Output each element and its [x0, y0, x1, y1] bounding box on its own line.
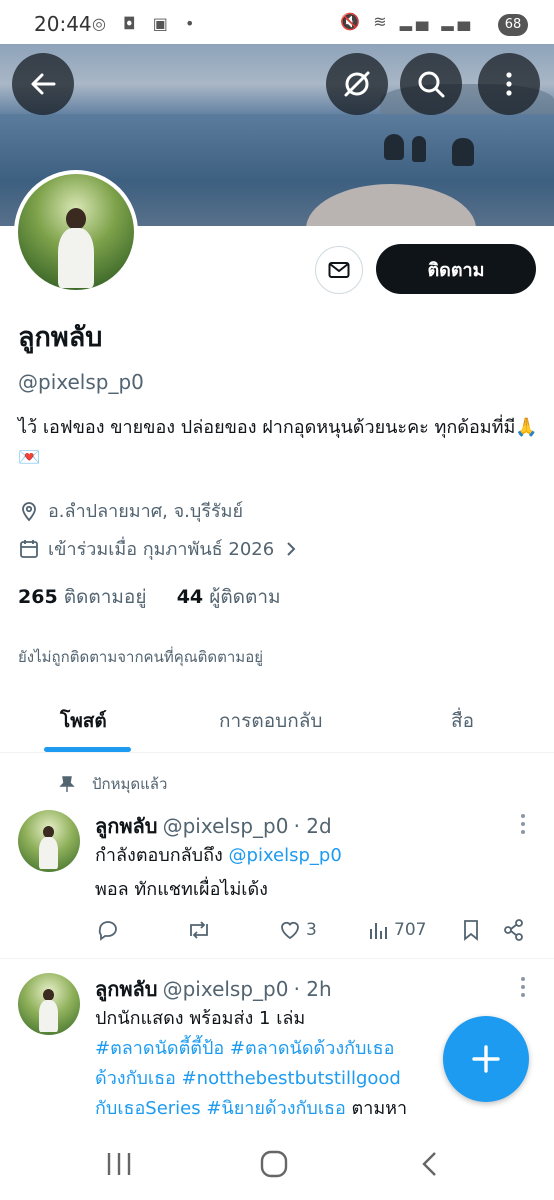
- followers-link[interactable]: 44 ผู้ติดตาม: [177, 586, 281, 608]
- post-time: · 2d: [293, 814, 332, 838]
- post-divider: [0, 958, 554, 959]
- post-header: ลูกพลับ @pixelsp_p0 · 2d: [95, 810, 332, 842]
- like-count: 3: [306, 920, 317, 940]
- banner-person: [452, 138, 474, 166]
- tab-replies[interactable]: การตอบกลับ: [219, 706, 322, 736]
- reply-prefix: กำลังตอบกลับถึง: [95, 845, 229, 866]
- post-hashtags[interactable]: กับเธอSeries #นิยายด้วงกับเธอ: [95, 1098, 346, 1119]
- tabs-divider: [0, 752, 554, 753]
- system-back-button[interactable]: [418, 1150, 442, 1185]
- post-more-button[interactable]: [518, 975, 528, 1003]
- post-author-handle: @pixelsp_p0: [162, 814, 289, 838]
- reply-to-link[interactable]: @pixelsp_p0: [229, 845, 342, 866]
- like-button[interactable]: 3: [278, 918, 317, 942]
- profile-avatar[interactable]: [14, 170, 138, 294]
- home-button[interactable]: [259, 1150, 289, 1185]
- location-pin-icon: [22, 501, 36, 521]
- profile-bio: ไว้ เอฟของ ขายของ ปล่อยของ ฝากอุดหนุนด้ว…: [18, 417, 538, 468]
- battery-icon: 68: [498, 14, 528, 36]
- location-text: อ.ลำปลายมาศ, จ.บุรีรัมย์: [48, 501, 244, 522]
- post-line-rest: ตามหา: [345, 1098, 408, 1119]
- post-avatar[interactable]: [18, 973, 80, 1035]
- more-vertical-icon: [521, 814, 525, 834]
- views-chart-icon: [370, 923, 387, 939]
- notification-icons: ◎ ◘ ▣ •: [92, 14, 201, 33]
- pinned-header: ปักหมุดแล้ว: [58, 772, 167, 796]
- bookmark-button[interactable]: [460, 918, 482, 942]
- views-button[interactable]: 707: [368, 918, 426, 942]
- more-vertical-icon: [521, 977, 525, 997]
- arrow-left-icon: [31, 73, 56, 95]
- tab-posts[interactable]: โพสต์: [60, 706, 107, 736]
- follow-counts: 265 ติดตามอยู่ 44 ผู้ติดตาม: [18, 582, 281, 612]
- post-author-handle: @pixelsp_p0: [162, 977, 289, 1001]
- following-link[interactable]: 265 ติดตามอยู่: [18, 586, 146, 608]
- repost-button[interactable]: [186, 918, 212, 942]
- more-vertical-icon: [506, 72, 512, 96]
- tab-media[interactable]: สื่อ: [451, 706, 474, 736]
- avatar-head: [66, 208, 86, 230]
- mail-icon: [328, 262, 350, 278]
- following-label: ติดตามอยู่: [63, 586, 147, 608]
- joined-text: เข้าร่วมเมื่อ กุมภาพันธ์ 2026: [48, 539, 275, 560]
- reply-button[interactable]: [96, 918, 120, 942]
- avatar-dress: [58, 228, 94, 288]
- followers-count: 44: [176, 586, 204, 608]
- share-icon: [504, 919, 523, 941]
- profile-joined[interactable]: เข้าร่วมเมื่อ กุมภาพันธ์ 2026: [18, 534, 300, 563]
- post-time: · 2h: [293, 977, 332, 1001]
- more-options-button[interactable]: [478, 53, 540, 115]
- post-more-button[interactable]: [518, 812, 528, 840]
- calendar-icon: [20, 539, 38, 558]
- share-button[interactable]: [502, 918, 526, 942]
- banner-person: [412, 136, 426, 162]
- follow-button[interactable]: ติดตาม: [376, 244, 536, 294]
- not-followed-note: ยังไม่ถูกติดตามจากคนที่คุณติดตามอยู่: [18, 648, 263, 666]
- repost-icon: [190, 921, 208, 939]
- avatar-dress: [39, 837, 58, 869]
- home-icon: [260, 1150, 288, 1178]
- profile-name: ลูกพลับ: [18, 322, 103, 353]
- post-avatar[interactable]: [18, 810, 80, 872]
- search-button[interactable]: [400, 53, 462, 115]
- avatar-dress: [39, 1000, 58, 1032]
- recent-apps-icon: [107, 1153, 131, 1175]
- back-button[interactable]: [12, 53, 74, 115]
- bookmark-icon: [464, 920, 478, 941]
- grok-icon: [344, 71, 370, 97]
- back-chevron-icon: [422, 1152, 436, 1176]
- message-button[interactable]: [315, 246, 363, 294]
- reply-icon: [98, 921, 117, 941]
- post-author-name[interactable]: ลูกพลับ: [95, 977, 158, 1001]
- compose-button[interactable]: [443, 1016, 529, 1102]
- post-reply-context: กำลังตอบกลับถึง @pixelsp_p0: [95, 841, 342, 871]
- pin-icon: [59, 776, 75, 792]
- profile-location: อ.ลำปลายมาศ, จ.บุรีรัมย์: [18, 496, 243, 525]
- plus-icon: [472, 1045, 500, 1073]
- views-count: 707: [394, 920, 427, 940]
- following-count: 265: [18, 586, 58, 608]
- post-author-name[interactable]: ลูกพลับ: [95, 814, 158, 838]
- followers-label: ผู้ติดตาม: [209, 586, 281, 608]
- grok-button[interactable]: [326, 53, 388, 115]
- post-text: พอล ทักแชทเผื่อไม่เด้ง: [95, 879, 268, 900]
- signal-icons: 🔇 ≋ ▂▄ ▂▄: [340, 12, 474, 31]
- pinned-label: ปักหมุดแล้ว: [92, 775, 168, 793]
- heart-icon: [281, 921, 299, 940]
- profile-handle: @pixelsp_p0: [18, 370, 144, 394]
- banner-person: [384, 134, 404, 160]
- status-bar: 20:44 ◎ ◘ ▣ • 🔇 ≋ ▂▄ ▂▄ 68: [0, 0, 554, 44]
- recent-apps-button[interactable]: [104, 1150, 134, 1185]
- status-time: 20:44: [34, 12, 92, 36]
- search-icon: [418, 71, 445, 98]
- post-header: ลูกพลับ @pixelsp_p0 · 2h: [95, 973, 332, 1005]
- chevron-right-icon: [287, 541, 296, 556]
